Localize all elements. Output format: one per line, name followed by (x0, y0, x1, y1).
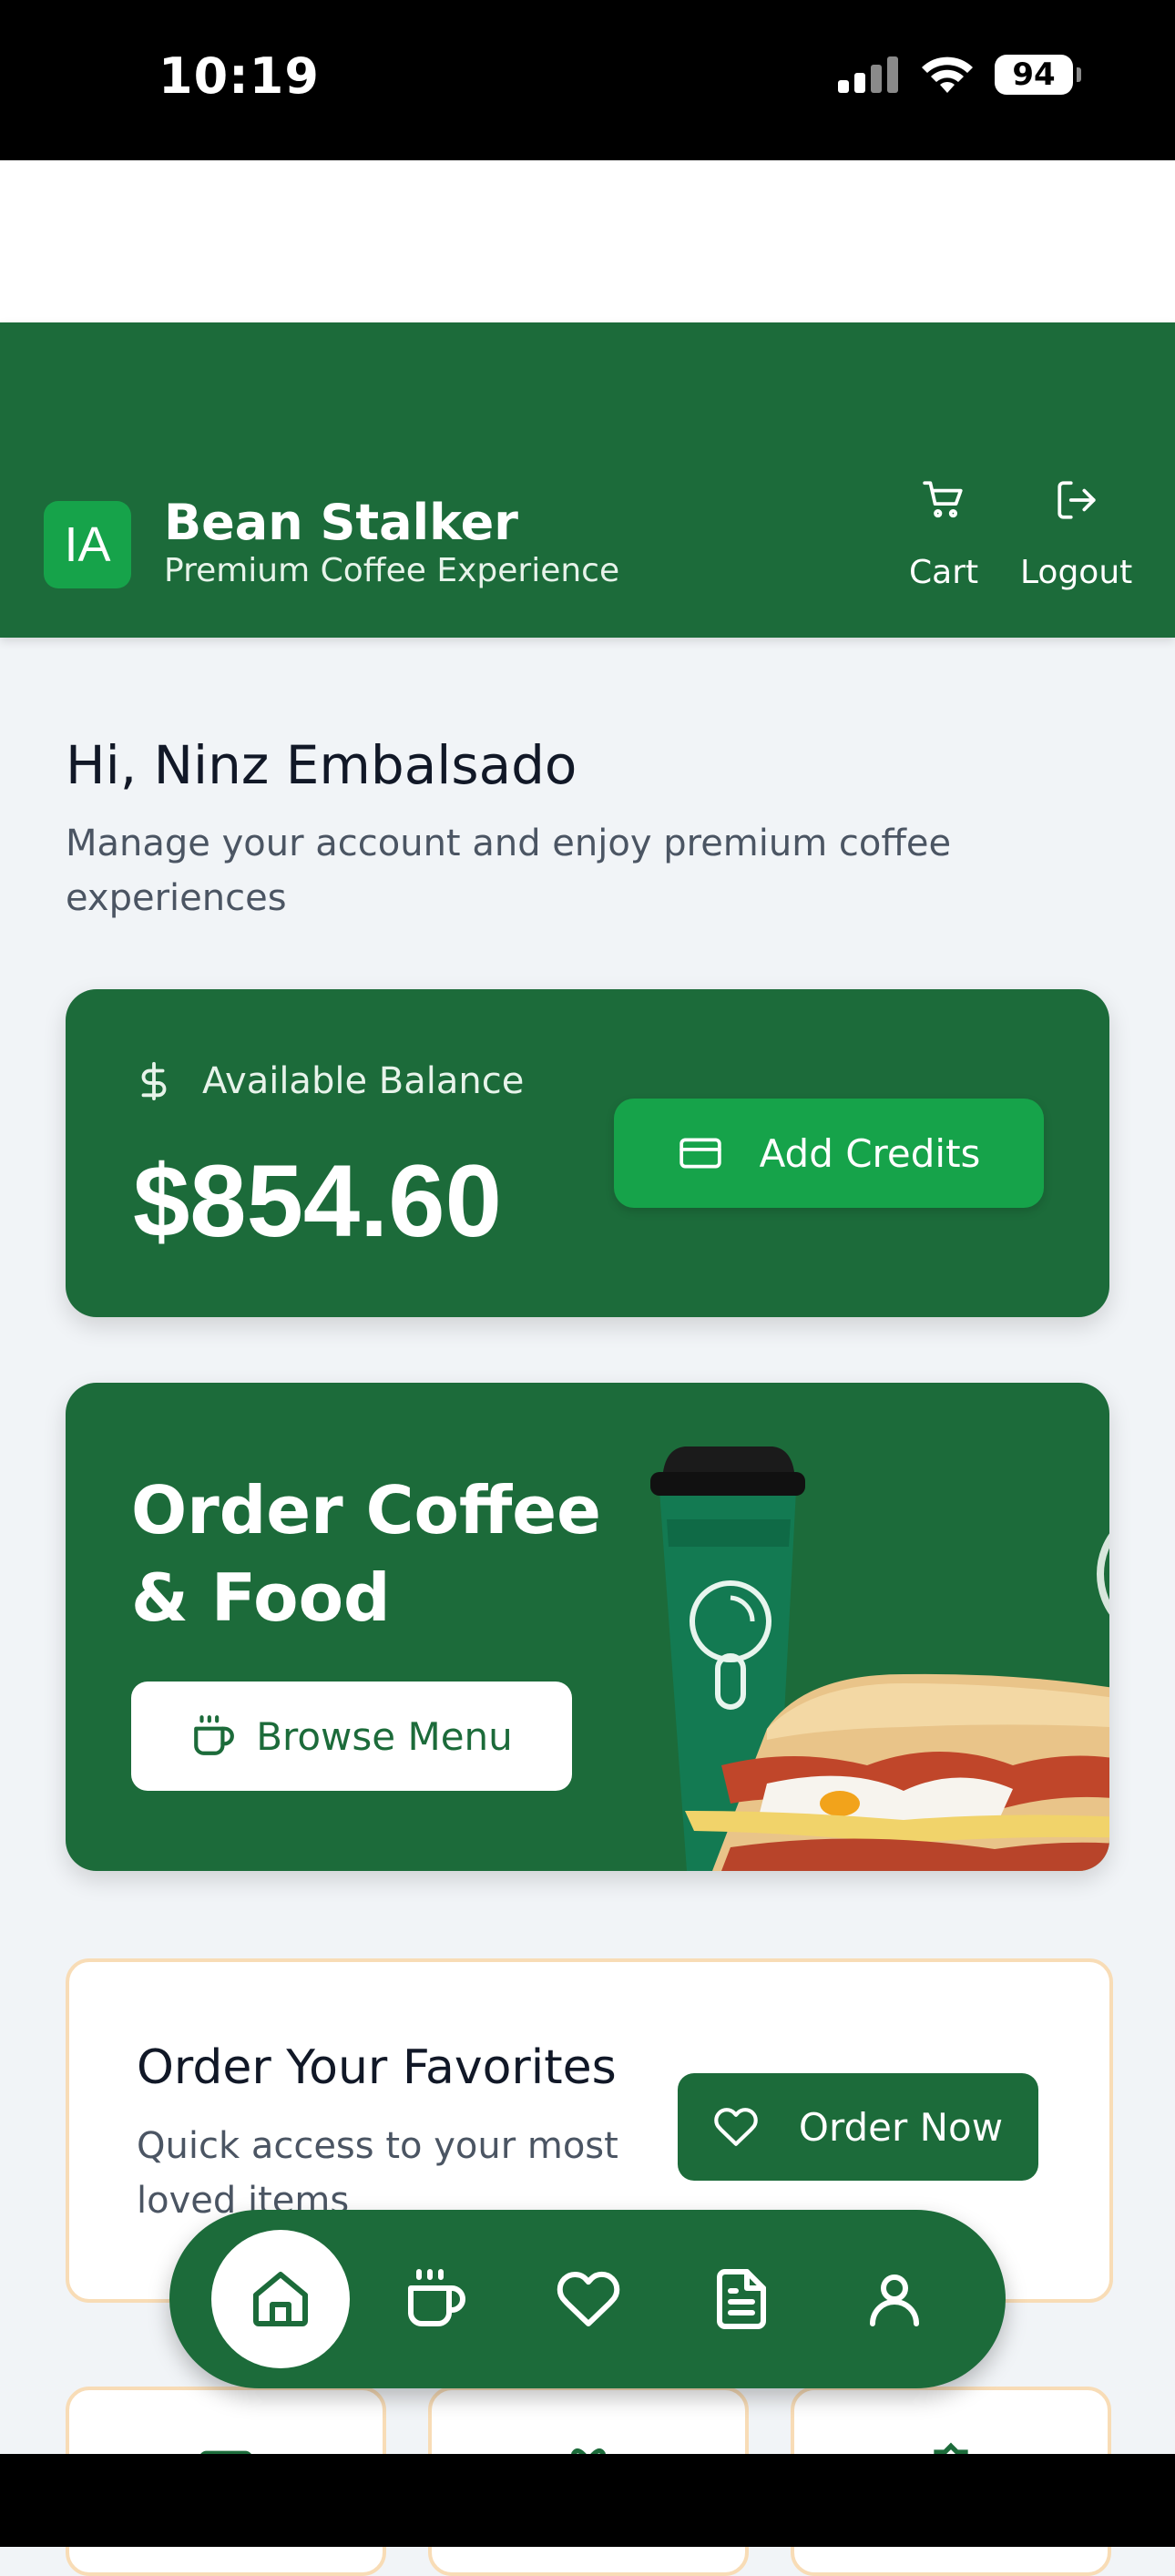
add-credits-label: Add Credits (759, 1130, 981, 1176)
balance-label-row: Available Balance (133, 1060, 524, 1102)
nav-home[interactable] (211, 2230, 350, 2368)
balance-label: Available Balance (202, 1060, 525, 1102)
status-icons: 94 (836, 55, 1081, 95)
status-time: 10:19 (158, 47, 320, 105)
nav-orders[interactable] (678, 2235, 805, 2363)
logo-badge: IA (44, 501, 131, 588)
order-coffee-food-card: Order Coffee & Food Browse Menu (66, 1383, 1109, 1871)
order-now-label: Order Now (798, 2104, 1004, 2150)
favorites-title: Order Your Favorites (137, 2040, 617, 2095)
home-indicator-bar (0, 2454, 1175, 2547)
cart-label: Cart (909, 554, 979, 591)
top-spacer (0, 160, 1175, 322)
heart-icon (557, 2271, 620, 2326)
balance-amount: $854.60 (133, 1144, 502, 1258)
wifi-icon (922, 56, 973, 93)
brand-name: Bean Stalker (164, 494, 518, 551)
add-credits-button[interactable]: Add Credits (614, 1099, 1044, 1208)
browse-menu-label: Browse Menu (256, 1713, 513, 1759)
coffee-cup-icon (194, 1715, 235, 1755)
bottom-nav (169, 2210, 1006, 2388)
browse-menu-button[interactable]: Browse Menu (131, 1682, 572, 1791)
order-card-title: Order Coffee & Food (131, 1467, 605, 1641)
greeting-title: Hi, Ninz Embalsado (66, 734, 577, 796)
cart-button[interactable]: Cart (909, 477, 978, 591)
document-icon (717, 2269, 766, 2329)
order-title-line2: & Food (131, 1559, 391, 1636)
brand-tagline: Premium Coffee Experience (164, 552, 620, 589)
logout-button[interactable]: Logout (1020, 477, 1132, 591)
app-header: IA Bean Stalker Premium Coffee Experienc… (0, 322, 1175, 638)
logout-icon (1058, 481, 1096, 519)
credit-card-icon (679, 1138, 721, 1169)
cart-icon (923, 481, 963, 518)
user-icon (870, 2274, 919, 2326)
nav-menu[interactable] (372, 2235, 499, 2363)
dollar-icon (141, 1061, 167, 1101)
order-title-line1: Order Coffee (131, 1472, 601, 1549)
balance-card: Available Balance $854.60 Add Credits (66, 989, 1109, 1317)
home-icon (253, 2272, 308, 2326)
order-now-button[interactable]: Order Now (678, 2073, 1038, 2181)
nav-favorites[interactable] (525, 2235, 652, 2363)
heart-icon (714, 2108, 758, 2146)
status-bar: 10:19 94 (0, 0, 1175, 160)
coffee-icon (408, 2269, 465, 2326)
signal-icon (838, 56, 898, 93)
logout-label: Logout (1020, 554, 1133, 591)
greeting-subtitle: Manage your account and enjoy premium co… (66, 823, 952, 919)
coffee-sandwich-illustration (650, 1446, 1109, 1871)
nav-profile[interactable] (831, 2235, 958, 2363)
battery-indicator: 94 (995, 55, 1081, 95)
